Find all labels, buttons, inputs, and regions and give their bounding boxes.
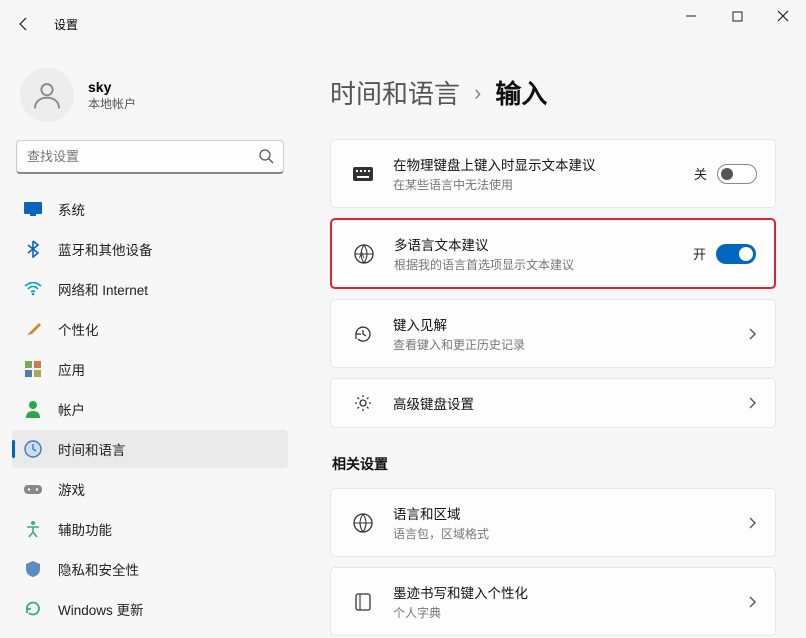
wifi-icon (22, 278, 44, 300)
setting-advanced-keyboard[interactable]: 高级键盘设置 (330, 378, 776, 428)
update-icon (22, 598, 44, 620)
chevron-right-icon (747, 595, 757, 609)
sidebar-item-label: 时间和语言 (58, 439, 126, 459)
setting-title: 在物理键盘上键入时显示文本建议 (393, 154, 694, 174)
sidebar-item-label: 蓝牙和其他设备 (58, 239, 153, 259)
shield-icon (22, 558, 44, 580)
content-area: 时间和语言 › 输入 在物理键盘上键入时显示文本建议 在某些语言中无法使用 关 … (300, 48, 806, 638)
search-icon (258, 148, 274, 169)
history-icon (349, 324, 377, 344)
setting-title: 语言和区域 (393, 503, 747, 523)
sidebar-item-time-language[interactable]: 时间和语言 (12, 430, 288, 468)
chevron-right-icon: › (474, 80, 481, 106)
bluetooth-icon (22, 238, 44, 260)
setting-multilingual-suggestions[interactable]: A 多语言文本建议 根据我的语言首选项显示文本建议 开 (330, 218, 776, 289)
toggle-state-label: 关 (694, 164, 707, 183)
apps-icon (22, 358, 44, 380)
toggle-multilingual[interactable] (716, 244, 756, 264)
setting-title: 键入见解 (393, 314, 747, 334)
search-box (16, 140, 284, 174)
sidebar-item-label: 帐户 (58, 399, 85, 419)
setting-typing-insights[interactable]: 键入见解 查看键入和更正历史记录 (330, 299, 776, 368)
person-icon (22, 398, 44, 420)
breadcrumb: 时间和语言 › 输入 (330, 74, 776, 111)
setting-language-region[interactable]: 语言和区域 语言包，区域格式 (330, 488, 776, 557)
user-name: sky (88, 79, 136, 95)
chevron-right-icon (747, 516, 757, 530)
setting-title: 高级键盘设置 (393, 393, 747, 413)
sidebar: sky 本地帐户 系统 蓝牙和其他设备 网络和 Internet 个性化 (0, 48, 300, 638)
toggle-typing-suggestions[interactable] (717, 164, 757, 184)
display-icon (22, 198, 44, 220)
sidebar-item-label: 网络和 Internet (58, 279, 148, 299)
related-settings-header: 相关设置 (332, 454, 776, 474)
sidebar-item-network[interactable]: 网络和 Internet (12, 270, 288, 308)
setting-subtitle: 语言包，区域格式 (393, 525, 747, 542)
gamepad-icon (22, 478, 44, 500)
breadcrumb-current: 输入 (495, 74, 547, 111)
toggle-state-label: 开 (693, 244, 706, 263)
brush-icon (22, 318, 44, 340)
sidebar-item-system[interactable]: 系统 (12, 190, 288, 228)
sidebar-item-label: 应用 (58, 359, 85, 379)
sidebar-item-label: Windows 更新 (58, 599, 144, 619)
sidebar-item-gaming[interactable]: 游戏 (12, 470, 288, 508)
maximize-icon (732, 11, 743, 22)
avatar (20, 68, 74, 122)
close-button[interactable] (760, 0, 806, 32)
gear-icon (349, 393, 377, 413)
sidebar-item-label: 游戏 (58, 479, 85, 499)
sidebar-item-windows-update[interactable]: Windows 更新 (12, 590, 288, 628)
search-input[interactable] (16, 140, 284, 174)
language-icon (349, 512, 377, 534)
svg-text:A: A (359, 251, 365, 260)
sidebar-item-label: 辅助功能 (58, 519, 112, 539)
sidebar-item-label: 隐私和安全性 (58, 559, 139, 579)
keyboard-icon (349, 166, 377, 182)
setting-typing-suggestions[interactable]: 在物理键盘上键入时显示文本建议 在某些语言中无法使用 关 (330, 139, 776, 208)
setting-subtitle: 查看键入和更正历史记录 (393, 336, 747, 353)
setting-inking-typing[interactable]: 墨迹书写和键入个性化 个人字典 (330, 567, 776, 636)
window-title: 设置 (48, 16, 78, 33)
maximize-button[interactable] (714, 0, 760, 32)
close-icon (777, 10, 789, 22)
sidebar-item-personalization[interactable]: 个性化 (12, 310, 288, 348)
user-subtitle: 本地帐户 (88, 95, 136, 112)
sidebar-item-label: 个性化 (58, 319, 99, 339)
chevron-right-icon (747, 327, 757, 341)
arrow-left-icon (16, 16, 32, 32)
back-button[interactable] (0, 0, 48, 48)
minimize-icon (685, 10, 697, 22)
sidebar-item-label: 系统 (58, 199, 85, 219)
sidebar-item-apps[interactable]: 应用 (12, 350, 288, 388)
chevron-right-icon (747, 396, 757, 410)
setting-title: 多语言文本建议 (394, 234, 693, 254)
setting-subtitle: 在某些语言中无法使用 (393, 176, 694, 193)
user-profile[interactable]: sky 本地帐户 (12, 60, 288, 140)
language-globe-icon: A (350, 243, 378, 265)
sidebar-item-bluetooth[interactable]: 蓝牙和其他设备 (12, 230, 288, 268)
setting-title: 墨迹书写和键入个性化 (393, 582, 747, 602)
setting-subtitle: 根据我的语言首选项显示文本建议 (394, 256, 693, 273)
breadcrumb-parent[interactable]: 时间和语言 (330, 74, 460, 111)
accessibility-icon (22, 518, 44, 540)
setting-subtitle: 个人字典 (393, 604, 747, 621)
sidebar-item-privacy[interactable]: 隐私和安全性 (12, 550, 288, 588)
sidebar-item-accessibility[interactable]: 辅助功能 (12, 510, 288, 548)
dictionary-icon (349, 592, 377, 612)
minimize-button[interactable] (668, 0, 714, 32)
sidebar-item-accounts[interactable]: 帐户 (12, 390, 288, 428)
globe-clock-icon (22, 438, 44, 460)
person-icon (31, 79, 63, 111)
